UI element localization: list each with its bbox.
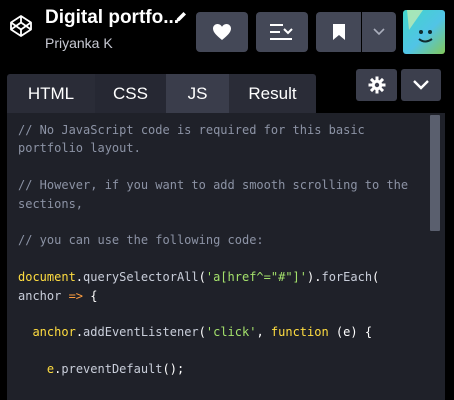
code-token: 'click' (205, 325, 257, 340)
editor-header: Digital portfo... Priyanka K (0, 0, 454, 62)
editor-tabbar: HTML CSS JS Result (0, 62, 454, 113)
bookmark-icon (332, 24, 345, 40)
code-token: ( (372, 270, 380, 285)
chevron-down-icon (413, 80, 429, 90)
gear-icon (368, 76, 385, 94)
code-token: querySelectorAll (83, 270, 199, 285)
change-view-button[interactable] (256, 12, 308, 52)
tab-css[interactable]: CSS (95, 74, 166, 113)
pencil-icon[interactable] (174, 10, 188, 24)
avatar-face-icon (407, 10, 433, 43)
love-button[interactable] (196, 12, 248, 52)
collapse-editor-button[interactable] (401, 69, 441, 101)
code-token: anchor (18, 288, 62, 303)
heart-icon (213, 24, 231, 40)
change-view-icon (270, 24, 293, 40)
avatar[interactable] (403, 10, 445, 54)
code-token: 'a[href^="#"]' (205, 270, 308, 285)
tab-strip: HTML CSS JS Result (7, 74, 316, 113)
bookmark-button[interactable] (316, 12, 361, 52)
code-token: function (270, 325, 329, 340)
bookmark-menu-button[interactable] (362, 12, 396, 52)
js-code-editor[interactable]: // No JavaScript code is required for th… (7, 113, 445, 400)
code-line: // No JavaScript code is required for th… (18, 123, 373, 156)
code-token: (e) { (328, 325, 373, 340)
code-token: . (75, 325, 84, 340)
tab-html[interactable]: HTML (7, 74, 95, 113)
code-token: addEventListener (83, 325, 199, 340)
code-line: // However, if you want to add smooth sc… (18, 178, 416, 211)
codepen-logo-icon[interactable] (9, 14, 33, 38)
code-token: => (61, 288, 91, 303)
tab-result[interactable]: Result (229, 74, 316, 113)
scrollbar[interactable] (426, 113, 445, 400)
chevron-down-icon (373, 28, 385, 36)
code-line: e.preventDefault(); (18, 360, 418, 378)
code-token: ( (198, 270, 206, 285)
code-token: preventDefault (61, 362, 163, 377)
code-token: (); (162, 362, 185, 377)
code-token: { (90, 288, 98, 303)
code-token: ( (198, 325, 206, 340)
code-token: forEach (321, 270, 373, 285)
code-content[interactable]: // No JavaScript code is required for th… (18, 121, 418, 379)
code-line: // you can use the following code: (18, 233, 264, 248)
code-token: . (75, 270, 84, 285)
editor-settings-button[interactable] (356, 69, 397, 101)
scrollbar-thumb[interactable] (430, 115, 440, 231)
author-name[interactable]: Priyanka K (45, 35, 113, 51)
code-token: ). (307, 270, 322, 285)
code-line: anchor.addEventListener('click', functio… (18, 323, 418, 341)
code-token: document (18, 270, 76, 285)
code-token: anchor (32, 325, 76, 340)
tab-js[interactable]: JS (166, 74, 229, 113)
pen-title[interactable]: Digital portfo... (45, 7, 179, 29)
code-line: document.querySelectorAll('a[href^="#"]'… (18, 268, 418, 305)
code-token: , (256, 325, 271, 340)
